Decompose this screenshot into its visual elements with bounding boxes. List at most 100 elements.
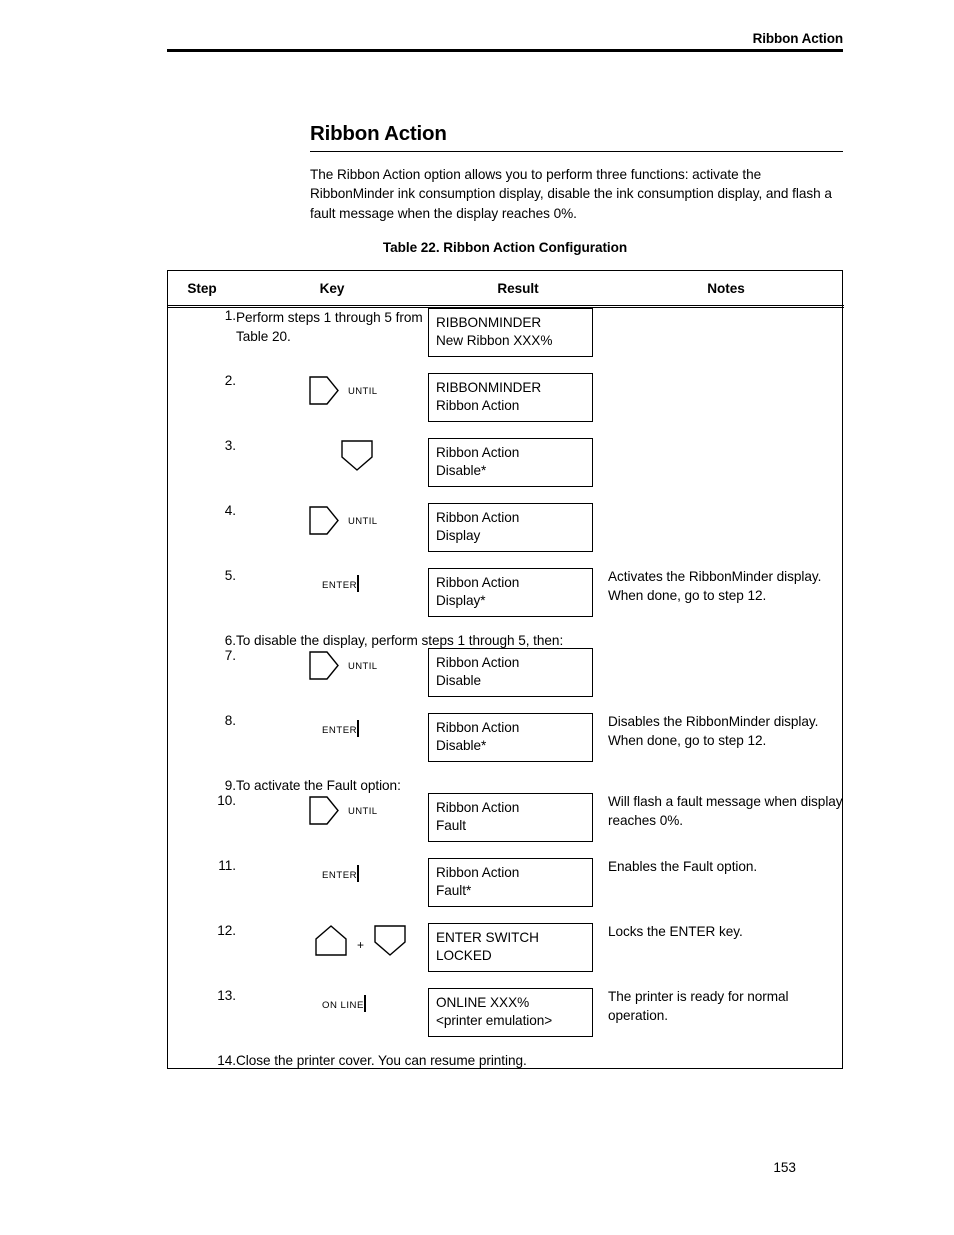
result-cell: ONLINE XXX% <printer emulation> <box>428 988 608 1037</box>
labeled-key-button-icon[interactable] <box>357 720 360 737</box>
labeled-key[interactable]: ENTER <box>322 720 360 737</box>
labeled-key-button-icon[interactable] <box>357 575 360 592</box>
up-arrow-key-icon[interactable] <box>314 924 348 957</box>
down-arrow-key-icon[interactable] <box>373 924 407 957</box>
page-number: 153 <box>773 1160 796 1175</box>
row-spacer-cell <box>168 842 844 858</box>
table-row: 3. Ribbon Action Disable* <box>168 438 844 487</box>
row-spacer <box>168 1037 844 1053</box>
row-spacer <box>168 907 844 923</box>
step-instruction-text: To activate the Fault option: <box>236 778 401 793</box>
until-key-label: UNTIL <box>348 515 378 527</box>
row-spacer <box>168 357 844 373</box>
key-down-group[interactable] <box>236 438 428 472</box>
result-cell: Ribbon Action Fault <box>428 793 608 842</box>
row-spacer-cell <box>168 617 844 633</box>
table-row: 6. To disable the display, perform steps … <box>168 633 844 648</box>
key-combo-group[interactable]: + <box>236 923 428 957</box>
key-until-group[interactable]: UNTIL <box>236 793 428 827</box>
result-cell: Ribbon Action Disable* <box>428 438 608 487</box>
key-instruction-text: Perform steps 1 through 5 from Table 20. <box>236 310 423 344</box>
lcd-display: Ribbon Action Disable* <box>428 438 593 487</box>
step-number: 4. <box>224 503 236 518</box>
lcd-display: ONLINE XXX% <printer emulation> <box>428 988 593 1037</box>
labeled-key-button-icon[interactable] <box>363 995 366 1012</box>
labeled-key-label: ENTER <box>322 580 358 591</box>
key-cell: ENTER <box>236 568 428 617</box>
row-spacer <box>168 972 844 988</box>
row-spacer-cell <box>168 357 844 373</box>
key-until-group[interactable]: UNTIL <box>236 503 428 537</box>
lcd-display: Ribbon Action Fault* <box>428 858 593 907</box>
key-until-group[interactable]: UNTIL <box>236 373 428 407</box>
step-number: 7. <box>224 648 236 663</box>
lcd-line-1: RIBBONMINDER <box>436 315 542 330</box>
step-number: 10. <box>217 793 236 808</box>
notes-cell <box>608 648 844 697</box>
key-cell: ON LINE <box>236 988 428 1037</box>
result-cell: RIBBONMINDER Ribbon Action <box>428 373 608 422</box>
table-head: Step Key Result Notes <box>168 271 844 308</box>
key-labeled-group[interactable]: ENTER <box>236 568 428 592</box>
until-key-label: UNTIL <box>348 805 378 817</box>
lcd-display: Ribbon Action Display* <box>428 568 593 617</box>
lcd-line-2: <printer emulation> <box>436 1013 553 1028</box>
lcd-line-2: Ribbon Action <box>436 398 520 413</box>
step-number: 3. <box>224 438 236 453</box>
table-row: 1. Perform steps 1 through 5 from Table 2… <box>168 307 844 357</box>
lcd-line-2: LOCKED <box>436 948 492 963</box>
until-key-icon[interactable] <box>308 375 340 406</box>
step-number: 12. <box>217 923 236 938</box>
row-spacer <box>168 487 844 503</box>
result-cell: Ribbon Action Disable <box>428 648 608 697</box>
table-row: 10. UNTIL Ribbon Action Fault Will flash a f… <box>168 793 844 842</box>
key-labeled-group[interactable]: ENTER <box>236 858 428 882</box>
lcd-line-2: Fault <box>436 818 466 833</box>
page-title: Ribbon Action <box>310 122 447 145</box>
notes-cell: Will flash a fault message when display … <box>608 794 843 828</box>
down-arrow-key-icon[interactable] <box>340 439 374 472</box>
lcd-line-2: Disable* <box>436 738 487 753</box>
notes-cell <box>608 503 844 552</box>
running-head-text: Ribbon Action <box>752 31 844 46</box>
row-spacer <box>168 552 844 568</box>
step-instruction-text: Close the printer cover. You can resume … <box>236 1053 527 1068</box>
notes-cell: Disables the RibbonMinder display. When … <box>608 714 819 748</box>
step-number: 1. <box>224 308 236 323</box>
lcd-line-1: ONLINE XXX% <box>436 995 530 1010</box>
lcd-line-2: Display* <box>436 593 486 608</box>
key-cell: ENTER <box>236 858 428 907</box>
labeled-key[interactable]: ON LINE <box>322 995 366 1012</box>
labeled-key-button-icon[interactable] <box>357 865 360 882</box>
key-labeled-group[interactable]: ENTER <box>236 713 428 737</box>
until-key-icon[interactable] <box>308 795 340 826</box>
notes-cell: Enables the Fault option. <box>608 859 758 874</box>
lcd-line-2: Display <box>436 528 481 543</box>
column-header-result: Result <box>428 271 608 308</box>
key-cell: UNTIL <box>236 793 428 842</box>
key-labeled-group[interactable]: ON LINE <box>236 988 428 1012</box>
labeled-key[interactable]: ENTER <box>322 575 360 592</box>
labeled-key[interactable]: ENTER <box>322 865 360 882</box>
step-number: 8. <box>224 713 236 728</box>
row-spacer <box>168 422 844 438</box>
result-cell: ENTER SWITCH LOCKED <box>428 923 608 972</box>
until-key-icon[interactable] <box>308 505 340 536</box>
step-number: 11. <box>218 858 236 873</box>
lcd-line-2: Fault* <box>436 883 472 898</box>
title-rule <box>310 151 843 152</box>
header-rule <box>167 49 843 52</box>
notes-cell: Locks the ENTER key. <box>608 924 743 939</box>
key-until-group[interactable]: UNTIL <box>236 648 428 682</box>
table-body: 1. Perform steps 1 through 5 from Table 2… <box>168 307 844 1068</box>
key-cell: UNTIL <box>236 648 428 697</box>
table-row: 8. ENTER Ribbon Action Disable* Disables the… <box>168 713 844 762</box>
table-header-row: Step Key Result Notes <box>168 271 844 308</box>
lcd-line-1: Ribbon Action <box>436 575 520 590</box>
lcd-line-1: Ribbon Action <box>436 720 520 735</box>
step-number: 13. <box>217 988 236 1003</box>
lcd-line-1: ENTER SWITCH <box>436 930 539 945</box>
result-cell: RIBBONMINDER New Ribbon XXX% <box>428 307 608 357</box>
until-key-icon[interactable] <box>308 650 340 681</box>
labeled-key-label: ENTER <box>322 725 358 736</box>
